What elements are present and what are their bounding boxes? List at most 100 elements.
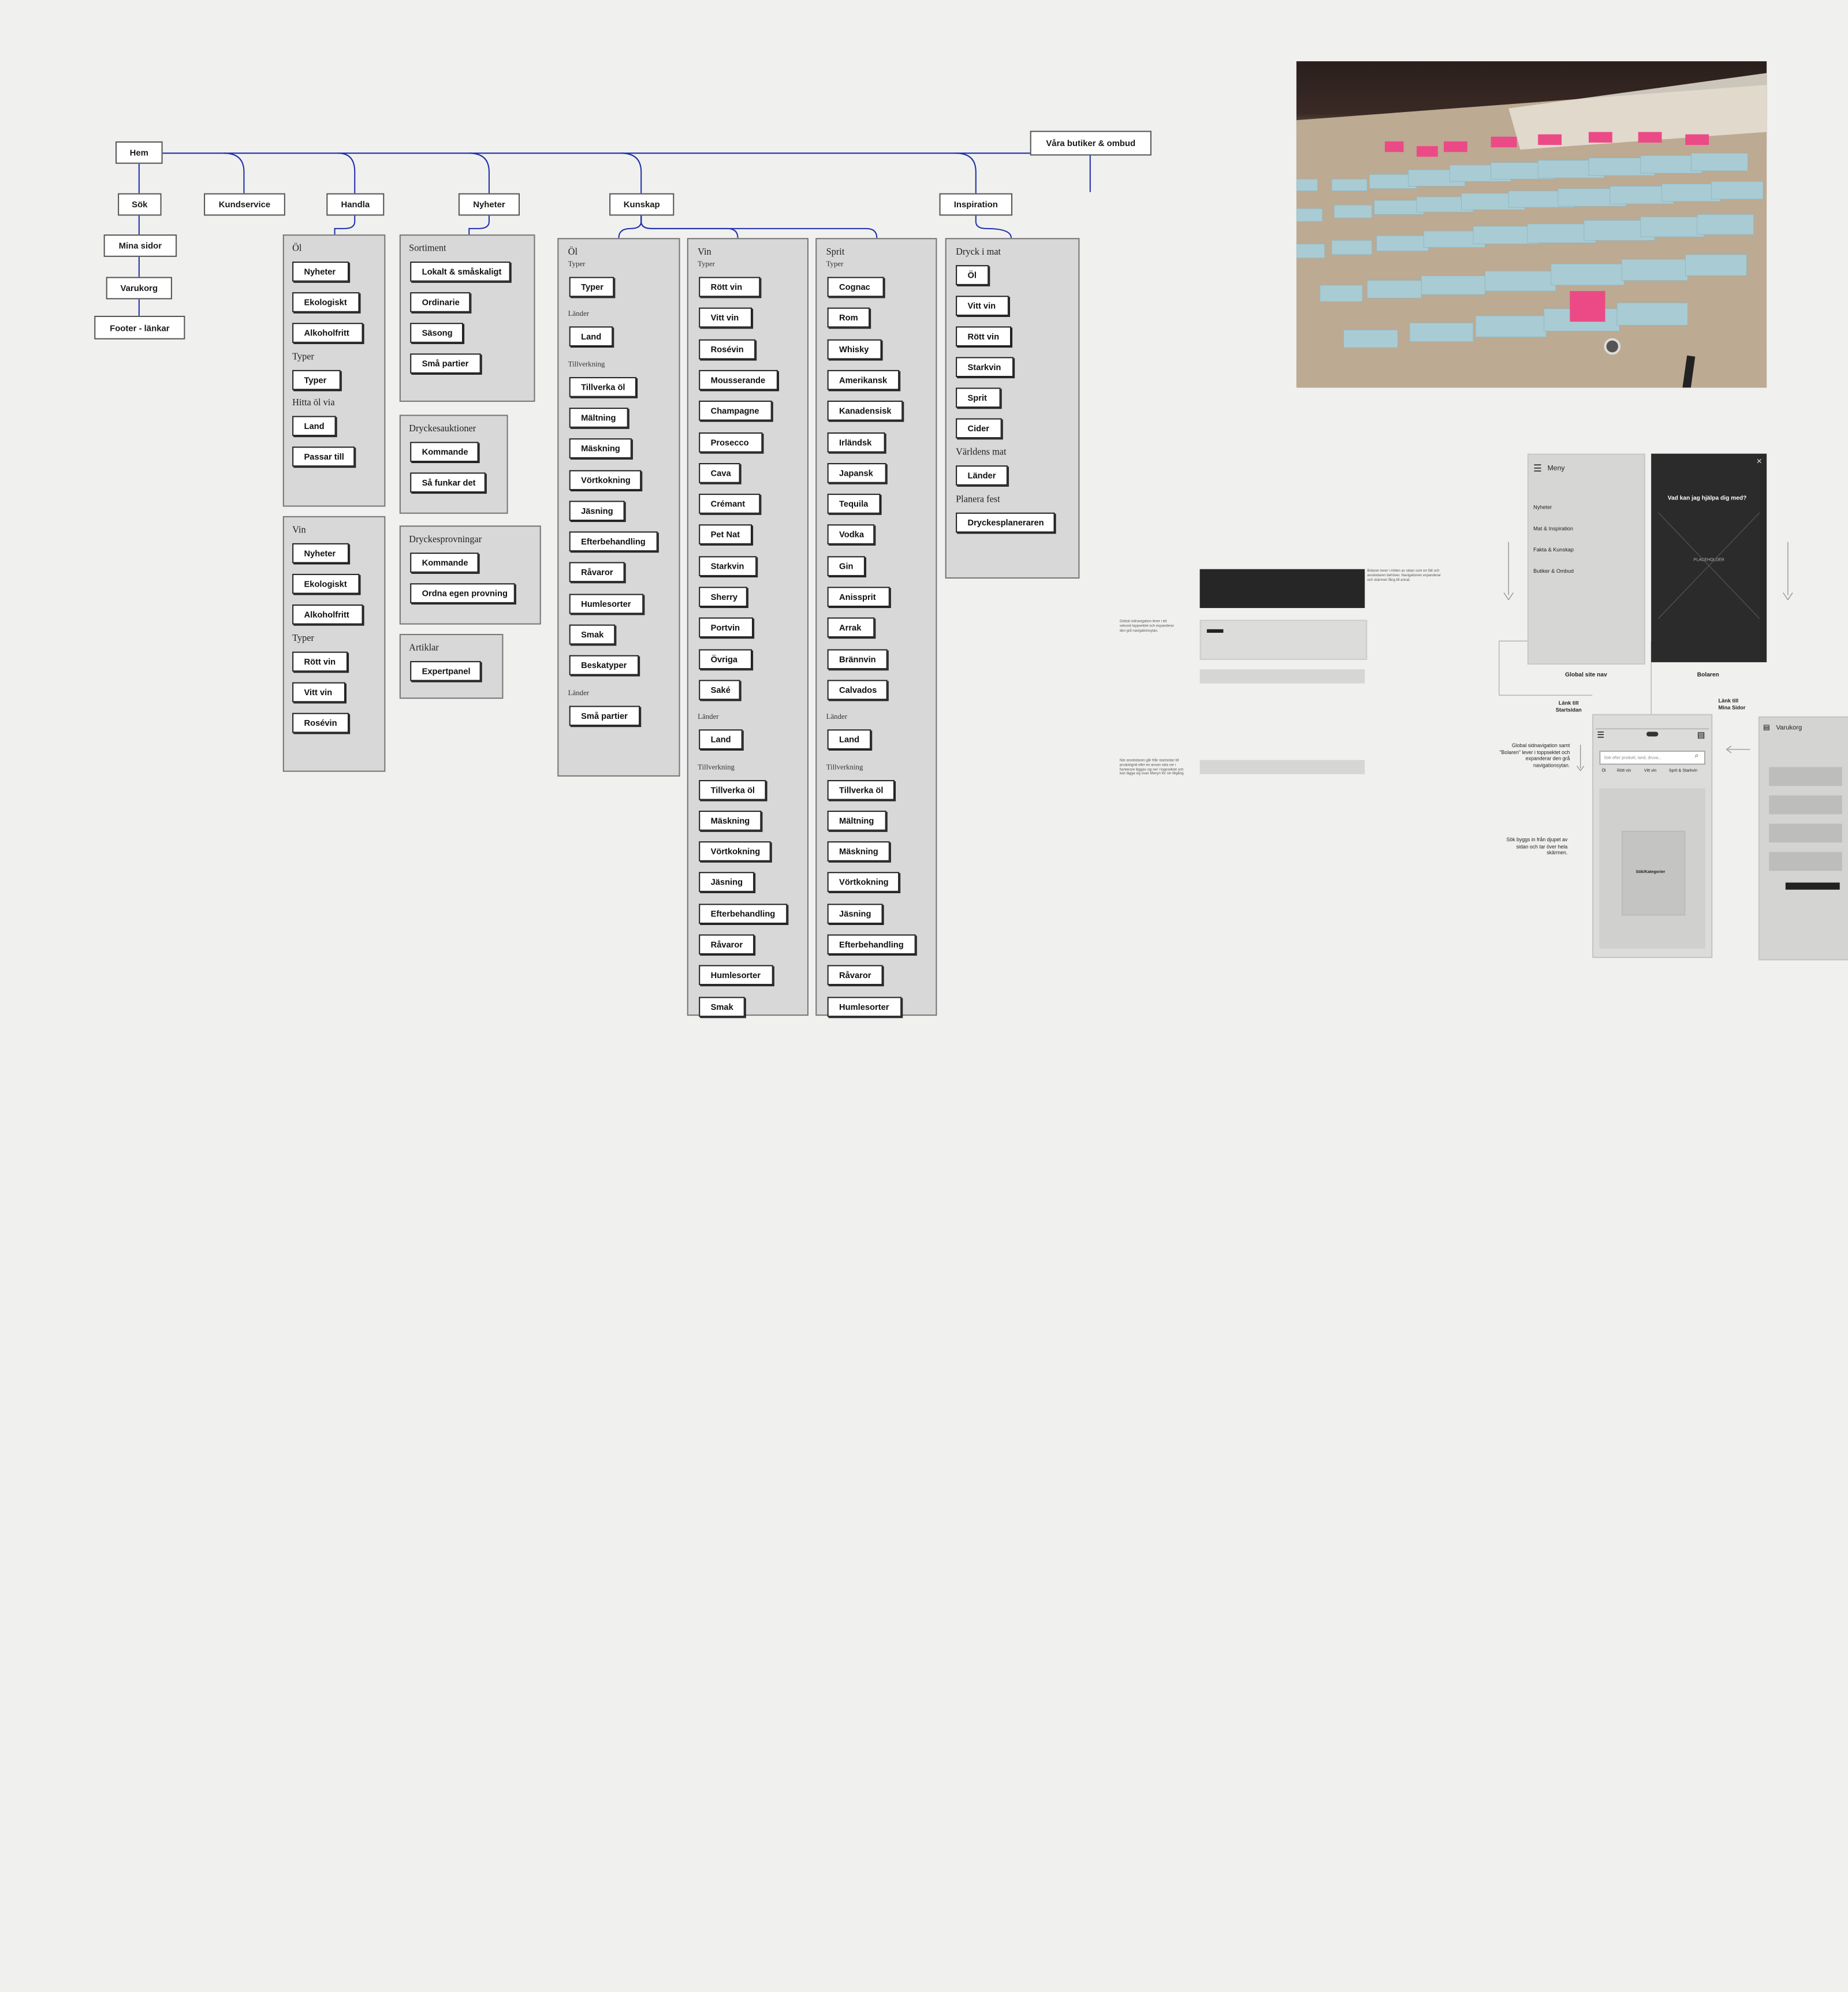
tab[interactable]: Sprit & Starkvin — [1669, 769, 1697, 773]
card[interactable]: Kommande — [410, 442, 479, 462]
card[interactable]: Tillverka öl — [699, 779, 766, 800]
card[interactable]: Vitt vin — [956, 296, 1009, 316]
card[interactable]: Champagne — [699, 401, 772, 421]
card[interactable]: Mäskning — [827, 841, 890, 862]
node-shop[interactable]: Handla — [326, 193, 385, 216]
card[interactable]: Rött vin — [292, 651, 348, 672]
card[interactable]: Mousserande — [699, 370, 778, 390]
card[interactable]: Ordna egen provning — [410, 583, 515, 603]
card[interactable]: Öl — [956, 265, 989, 285]
card[interactable]: Jäsning — [699, 872, 755, 893]
card[interactable]: Japansk — [827, 462, 886, 483]
card[interactable]: Humlesorter — [569, 593, 644, 614]
menu-item[interactable]: Butiker & Ombud — [1533, 568, 1574, 574]
card[interactable]: Kommande — [410, 553, 479, 573]
card[interactable]: Portvin — [699, 617, 754, 638]
card[interactable]: Arrak — [827, 617, 875, 638]
card[interactable]: Passar till — [292, 446, 355, 467]
card[interactable]: Små partier — [569, 705, 640, 726]
tab[interactable]: Vitt vin — [1644, 769, 1656, 773]
node-cart[interactable]: Varukorg — [106, 277, 172, 300]
node-search[interactable]: Sök — [118, 193, 162, 216]
node-my-pages[interactable]: Mina sidor — [103, 234, 177, 257]
card[interactable]: Mäskning — [569, 438, 632, 459]
card[interactable]: Ordinarie — [410, 292, 471, 312]
card[interactable]: Land — [569, 326, 613, 347]
tab[interactable]: Öl — [1601, 769, 1605, 773]
node-stores[interactable]: Våra butiker & ombud — [1030, 130, 1152, 156]
card[interactable]: Mältning — [827, 810, 886, 831]
card[interactable]: Typer — [569, 277, 614, 297]
card[interactable]: Mältning — [569, 407, 628, 428]
card[interactable]: Saké — [699, 680, 740, 700]
card[interactable]: Land — [827, 729, 871, 750]
card[interactable]: Rosévin — [699, 338, 756, 359]
card[interactable]: Starkvin — [699, 555, 757, 576]
card[interactable]: Expertpanel — [410, 661, 481, 681]
node-footer[interactable]: Footer - länkar — [94, 315, 185, 340]
card[interactable]: Rosévin — [292, 713, 349, 733]
card[interactable]: Länder — [956, 465, 1008, 486]
card[interactable]: Tillverka öl — [827, 779, 895, 800]
card[interactable]: Prosecco — [699, 431, 763, 452]
menu-item[interactable]: Fakta & Kunskap — [1533, 547, 1574, 553]
card[interactable]: Tillverka öl — [569, 376, 637, 397]
card[interactable]: Amerikansk — [827, 370, 900, 390]
card[interactable]: Vörtkokning — [569, 469, 642, 490]
card[interactable]: Pet Nat — [699, 524, 752, 545]
card[interactable]: Gin — [827, 555, 865, 576]
card[interactable]: Mäskning — [699, 810, 762, 831]
card[interactable]: Rött vin — [956, 326, 1012, 346]
checkout-button[interactable] — [1785, 882, 1840, 890]
card[interactable]: Så funkar det — [410, 472, 486, 493]
card[interactable]: Cava — [699, 462, 740, 483]
card[interactable]: Små partier — [410, 353, 481, 374]
node-customer-service[interactable]: Kundservice — [204, 193, 285, 216]
hamburger-icon[interactable]: ☰ — [1533, 463, 1542, 473]
card[interactable]: Smak — [569, 624, 616, 645]
card[interactable]: Vitt vin — [292, 682, 345, 703]
card[interactable]: Ekologiskt — [292, 292, 360, 312]
card[interactable]: Alkoholfritt — [292, 323, 363, 343]
tab[interactable]: Rött vin — [1617, 769, 1631, 773]
card[interactable]: Lokalt & småskaligt — [410, 262, 511, 282]
card[interactable]: Humlesorter — [827, 996, 902, 1017]
card[interactable]: Kanadensisk — [827, 401, 903, 421]
card[interactable]: Alkoholfritt — [292, 604, 363, 625]
card[interactable]: Rom — [827, 308, 870, 328]
card[interactable]: Ekologiskt — [292, 573, 360, 594]
card[interactable]: Land — [699, 729, 743, 750]
card[interactable]: Efterbehandling — [699, 903, 788, 924]
card[interactable]: Säsong — [410, 323, 464, 343]
card[interactable]: Vörtkokning — [699, 841, 771, 862]
card[interactable]: Efterbehandling — [827, 934, 916, 955]
card[interactable]: Beskatyper — [569, 655, 639, 676]
card[interactable]: Typer — [292, 370, 341, 390]
card[interactable]: Råvaror — [827, 965, 883, 986]
card[interactable]: Whisky — [827, 338, 882, 359]
card[interactable]: Cider — [956, 418, 1002, 439]
card[interactable]: Irländsk — [827, 431, 885, 452]
card[interactable]: Crémant — [699, 494, 761, 514]
node-news[interactable]: Nyheter — [458, 193, 520, 216]
node-home[interactable]: Hem — [115, 141, 163, 164]
card[interactable]: Vodka — [827, 524, 875, 545]
hamburger-icon[interactable]: ☰ — [1597, 730, 1604, 740]
menu-item[interactable]: Nyheter — [1533, 504, 1552, 510]
card[interactable]: Nyheter — [292, 543, 349, 564]
card[interactable]: Tequila — [827, 494, 881, 514]
card[interactable]: Jäsning — [827, 903, 883, 924]
card[interactable]: Vitt vin — [699, 308, 752, 328]
card[interactable]: Starkvin — [956, 357, 1014, 378]
node-knowledge[interactable]: Kunskap — [609, 193, 675, 216]
card[interactable]: Sherry — [699, 587, 747, 607]
card[interactable]: Calvados — [827, 680, 888, 700]
card[interactable]: Sprit — [956, 387, 1001, 408]
card[interactable]: Råvaror — [569, 562, 625, 583]
card[interactable]: Cognac — [827, 277, 884, 297]
cart-icon[interactable]: ▤ — [1697, 730, 1705, 740]
card[interactable]: Övriga — [699, 648, 752, 669]
card[interactable]: Brännvin — [827, 648, 888, 669]
card[interactable]: Efterbehandling — [569, 531, 658, 552]
node-inspiration[interactable]: Inspiration — [939, 193, 1013, 216]
